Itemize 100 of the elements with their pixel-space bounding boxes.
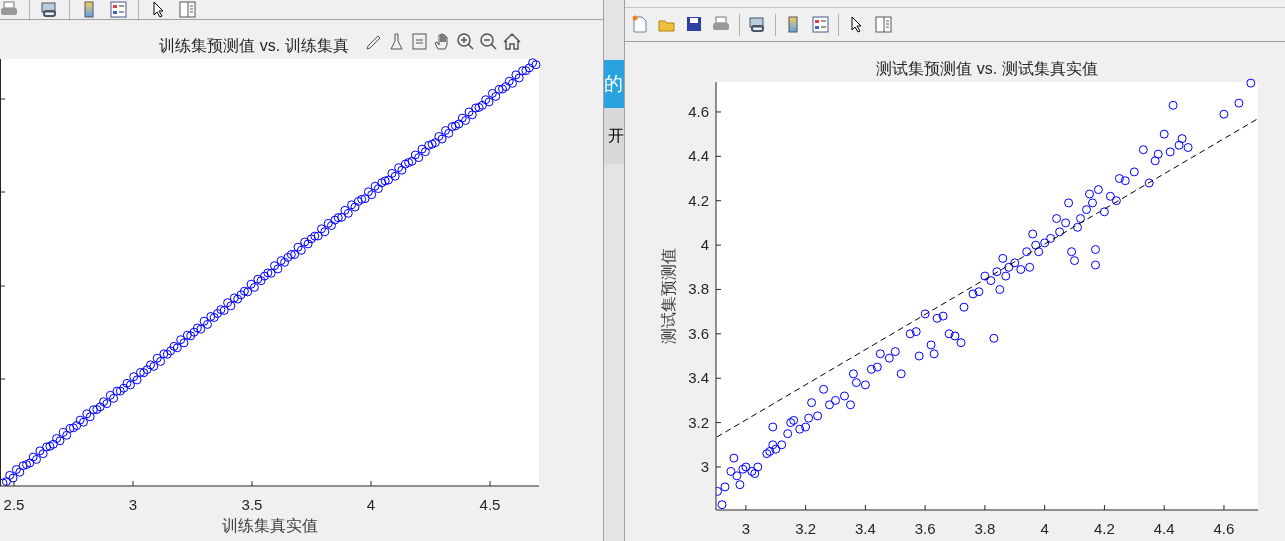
data-point — [920, 309, 930, 319]
tick-label: 4.6 — [1213, 520, 1235, 537]
data-point — [729, 453, 739, 463]
data-point — [1073, 222, 1082, 232]
data-point — [768, 422, 778, 432]
y-axis-label: 测试集预测值 — [660, 248, 677, 344]
data-point — [1234, 98, 1244, 108]
data-point — [771, 444, 781, 454]
data-point — [801, 422, 811, 432]
tick-label: 4 — [1040, 520, 1049, 537]
data-point — [890, 347, 900, 357]
data-point — [732, 471, 742, 481]
data-point — [1091, 260, 1100, 270]
data-point — [1177, 134, 1187, 144]
data-point — [846, 400, 855, 410]
linked-print-icon[interactable] — [40, 0, 59, 19]
data-point — [1061, 218, 1071, 228]
data-point — [959, 302, 969, 312]
data-point — [905, 329, 915, 339]
data-point — [1120, 176, 1130, 186]
data-point — [1010, 258, 1020, 268]
tick-label: 2.5 — [3, 496, 25, 513]
data-point — [1129, 167, 1139, 177]
data-point — [1159, 129, 1169, 139]
data-point — [1114, 174, 1124, 183]
data-point — [1028, 229, 1038, 239]
tick-label: 3 — [128, 496, 138, 513]
data-point — [998, 253, 1008, 263]
tick-label: 3.8 — [974, 520, 996, 537]
data-point — [1168, 100, 1178, 110]
x-axis-label: 训练集真实值 — [222, 517, 318, 534]
data-point — [840, 391, 849, 401]
data-point — [1070, 256, 1079, 266]
data-point — [783, 429, 793, 439]
data-point — [911, 327, 921, 337]
tick-label: 3.5 — [241, 496, 263, 513]
data-point — [875, 349, 885, 359]
panel-icon[interactable] — [874, 15, 893, 34]
data-point — [1091, 245, 1100, 254]
chart-title: 测试集预测值 vs. 测试集真实值 — [876, 60, 1098, 77]
data-point — [1138, 145, 1148, 155]
data-point — [1246, 78, 1256, 88]
data-point — [980, 271, 990, 281]
data-point — [1055, 227, 1065, 237]
data-point — [1016, 265, 1026, 274]
tick-label: 3 — [700, 457, 709, 475]
data-point — [831, 395, 840, 405]
band-text: 的 — [604, 71, 623, 96]
linked-print-icon[interactable] — [748, 15, 767, 34]
tick-label: 3.6 — [914, 520, 936, 537]
data-point — [1022, 247, 1032, 257]
data-point — [819, 384, 829, 394]
data-point — [1111, 196, 1121, 206]
data-point — [1064, 198, 1074, 208]
data-point — [995, 285, 1005, 294]
data-point — [968, 289, 978, 299]
save-icon[interactable] — [685, 15, 704, 34]
legend-toggle-icon[interactable] — [410, 32, 430, 52]
data-point — [777, 440, 787, 450]
data-point — [1040, 238, 1050, 248]
tick-label: 4.4 — [688, 147, 709, 165]
new-file-icon[interactable] — [631, 15, 650, 34]
data-point — [1067, 247, 1077, 257]
data-point — [825, 400, 834, 410]
tick-label: 3.6 — [688, 324, 709, 342]
chart-title: 训练集预测值 vs. 训练集真 — [159, 37, 349, 54]
data-point — [1150, 156, 1160, 166]
data-point — [950, 331, 960, 341]
data-point — [932, 313, 942, 323]
data-point — [717, 500, 727, 510]
data-point — [1001, 271, 1011, 281]
data-point — [866, 364, 876, 374]
data-point — [1034, 247, 1044, 257]
data-point — [807, 398, 817, 408]
data-point — [1046, 233, 1056, 243]
data-point — [938, 311, 948, 321]
data-point — [872, 362, 882, 372]
data-point — [1153, 149, 1163, 159]
data-point — [1082, 205, 1091, 215]
tick-label: 4 — [700, 236, 709, 254]
tick-label: 3.4 — [854, 520, 876, 537]
data-point — [1076, 214, 1085, 223]
data-point — [896, 369, 906, 379]
tick-label: 4.4 — [1153, 520, 1175, 537]
data-point — [1183, 143, 1193, 152]
data-point — [1025, 262, 1035, 272]
tick-label: 4.5 — [479, 496, 501, 513]
tick-label: 3.8 — [688, 280, 709, 298]
data-point — [992, 267, 1002, 277]
home-icon[interactable] — [502, 32, 522, 52]
legend-icon[interactable] — [811, 15, 830, 34]
data-point — [813, 411, 823, 421]
data-point — [956, 338, 966, 348]
data-point — [726, 466, 736, 476]
panel-icon[interactable] — [178, 0, 197, 19]
data-point — [1052, 214, 1062, 223]
data-point — [1031, 240, 1041, 250]
data-point — [1105, 191, 1115, 201]
legend-icon[interactable] — [109, 0, 128, 19]
tick-label: 4.6 — [688, 102, 709, 120]
